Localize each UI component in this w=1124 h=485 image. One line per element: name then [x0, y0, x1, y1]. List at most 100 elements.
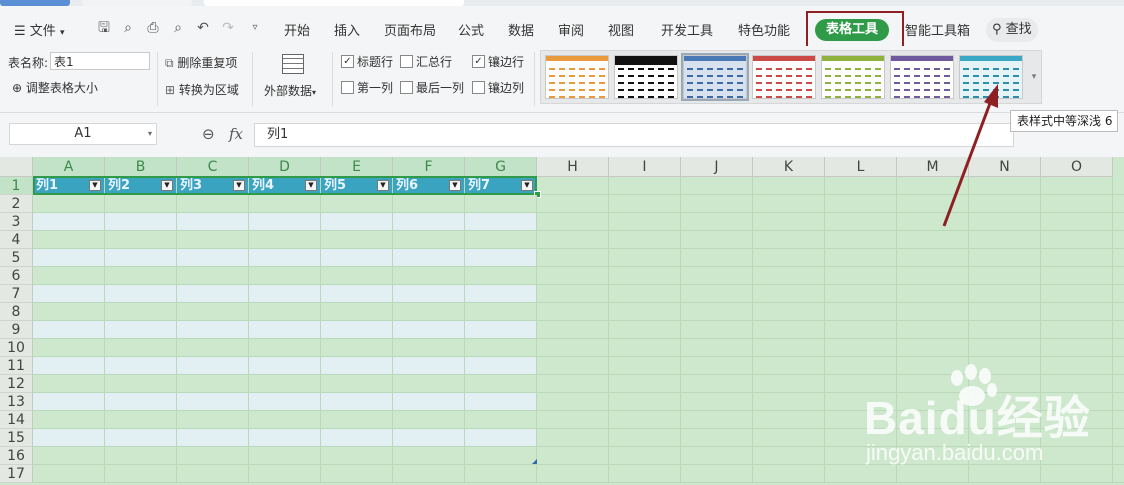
table-name-label: 表名称:	[8, 56, 49, 70]
style-tooltip: 表样式中等深浅 6	[1010, 110, 1118, 132]
resize-table-label: 调整表格大小	[25, 81, 98, 95]
swatch-line	[618, 89, 674, 91]
swatch-line	[549, 75, 605, 77]
row-header-12[interactable]: 12	[0, 375, 33, 393]
checkbox-header-row[interactable]: ✓	[341, 55, 354, 68]
resize-icon: ⊕	[12, 81, 23, 95]
redo-icon[interactable]: ↷	[220, 20, 236, 36]
option-label: 标题行	[357, 55, 394, 69]
table-row	[33, 231, 1124, 249]
zoom-icon[interactable]: ⊖	[202, 125, 215, 143]
fx-icon[interactable]: fx	[229, 125, 243, 143]
gridlines	[33, 231, 1124, 249]
tab-table-tools[interactable]: 表格工具	[815, 19, 889, 41]
row-header-4[interactable]: 4	[0, 231, 33, 249]
row-header-10[interactable]: 10	[0, 339, 33, 357]
tab-data[interactable]: 数据	[508, 20, 534, 39]
row-header-14[interactable]: 14	[0, 411, 33, 429]
row-header-7[interactable]: 7	[0, 285, 33, 303]
column-header-i[interactable]: I	[609, 157, 681, 177]
tab-page-layout[interactable]: 页面布局	[384, 20, 436, 39]
select-all-corner[interactable]	[0, 157, 33, 177]
table-style-swatch[interactable]	[821, 55, 885, 99]
swatch-header-band	[684, 56, 746, 61]
checkbox-banded-columns[interactable]	[472, 81, 485, 94]
name-box-value: A1	[74, 126, 92, 141]
annotation-arrow	[942, 84, 998, 227]
name-box[interactable]: A1 ▾	[9, 123, 157, 145]
row-header-13[interactable]: 13	[0, 393, 33, 411]
row-header-1[interactable]: 1	[0, 177, 33, 195]
convert-range-icon: ⊞	[165, 83, 176, 97]
row-header-17[interactable]: 17	[0, 465, 33, 483]
save-icon[interactable]: 🖫	[96, 20, 112, 36]
row-header-8[interactable]: 8	[0, 303, 33, 321]
row-header-5[interactable]: 5	[0, 249, 33, 267]
column-header-d[interactable]: D	[249, 157, 321, 177]
table-style-swatch[interactable]	[614, 55, 678, 99]
tab-smart-toolbox[interactable]: 智能工具箱	[905, 20, 970, 39]
checkbox-last-column[interactable]	[400, 81, 413, 94]
row-header-15[interactable]: 15	[0, 429, 33, 447]
checkbox-banded-rows[interactable]: ✓	[472, 55, 485, 68]
tab-insert[interactable]: 插入	[334, 20, 360, 39]
table-style-swatch[interactable]	[752, 55, 816, 99]
remove-duplicates-icon: ⧉	[165, 56, 174, 70]
column-header-o[interactable]: O	[1041, 157, 1113, 177]
swatch-line	[963, 68, 1019, 70]
row-header-6[interactable]: 6	[0, 267, 33, 285]
tab-view[interactable]: 视图	[608, 20, 634, 39]
tab-formulas[interactable]: 公式	[458, 20, 484, 39]
column-header-a[interactable]: A	[33, 157, 105, 177]
print-preview-icon[interactable]: ⌕	[170, 20, 186, 36]
column-header-e[interactable]: E	[321, 157, 393, 177]
swatch-line	[549, 89, 605, 91]
print-icon[interactable]: ⎙	[145, 20, 161, 36]
column-header-c[interactable]: C	[177, 157, 249, 177]
formula-input[interactable]: 列1	[254, 123, 1014, 147]
option-label: 汇总行	[416, 55, 453, 69]
search-button[interactable]: ⚲ 查找	[986, 18, 1038, 42]
swatch-line	[687, 82, 743, 84]
convert-to-range-button[interactable]: ⊞ 转换为区域	[165, 81, 239, 98]
column-header-l[interactable]: L	[825, 157, 897, 177]
column-header-f[interactable]: F	[393, 157, 465, 177]
checkbox-first-column[interactable]	[341, 81, 354, 94]
table-row	[33, 267, 1124, 285]
row-header-11[interactable]: 11	[0, 357, 33, 375]
menu-bar: ☰ 文件 ▾ 🖫 ⌕ ⎙ ⌕ ↶ ↷ ▿ 开始 插入 页面布局 公式 数据 审阅…	[0, 6, 1124, 49]
option-label: 最后一列	[416, 81, 465, 95]
tab-home[interactable]: 开始	[284, 20, 310, 39]
gridlines	[33, 321, 1124, 339]
checkbox-total-row[interactable]	[400, 55, 413, 68]
tab-review[interactable]: 审阅	[558, 20, 584, 39]
row-header-9[interactable]: 9	[0, 321, 33, 339]
column-header-g[interactable]: G	[465, 157, 537, 177]
search-label: 查找	[1005, 22, 1032, 37]
column-header-k[interactable]: K	[753, 157, 825, 177]
file-menu-button[interactable]: ☰ 文件 ▾	[14, 20, 64, 39]
column-header-h[interactable]: H	[537, 157, 609, 177]
tab-special-features[interactable]: 特色功能	[738, 20, 790, 39]
format-painter-icon[interactable]: ⌕	[120, 20, 136, 36]
remove-duplicates-button[interactable]: ⧉ 删除重复项	[165, 54, 237, 71]
resize-table-button[interactable]: ⊕ 调整表格大小	[12, 79, 98, 96]
gridlines	[33, 285, 1124, 303]
tab-developer[interactable]: 开发工具	[661, 20, 713, 39]
table-style-swatch[interactable]	[681, 53, 749, 101]
remove-duplicates-label: 删除重复项	[177, 56, 238, 70]
column-header-b[interactable]: B	[105, 157, 177, 177]
external-data-button[interactable]: 外部数据▾	[262, 50, 326, 106]
undo-icon[interactable]: ↶	[195, 20, 211, 36]
row-header-2[interactable]: 2	[0, 195, 33, 213]
quick-access-more-icon[interactable]: ▿	[247, 20, 263, 36]
swatch-line	[756, 68, 812, 70]
row-header-3[interactable]: 3	[0, 213, 33, 231]
gallery-more-icon[interactable]: ▾	[1029, 55, 1039, 99]
row-header-16[interactable]: 16	[0, 447, 33, 465]
table-name-input[interactable]: 表1	[50, 52, 150, 70]
option-label: 镶边列	[488, 81, 525, 95]
table-style-swatch[interactable]	[545, 55, 609, 99]
table-resize-handle[interactable]	[532, 459, 537, 464]
column-header-j[interactable]: J	[681, 157, 753, 177]
